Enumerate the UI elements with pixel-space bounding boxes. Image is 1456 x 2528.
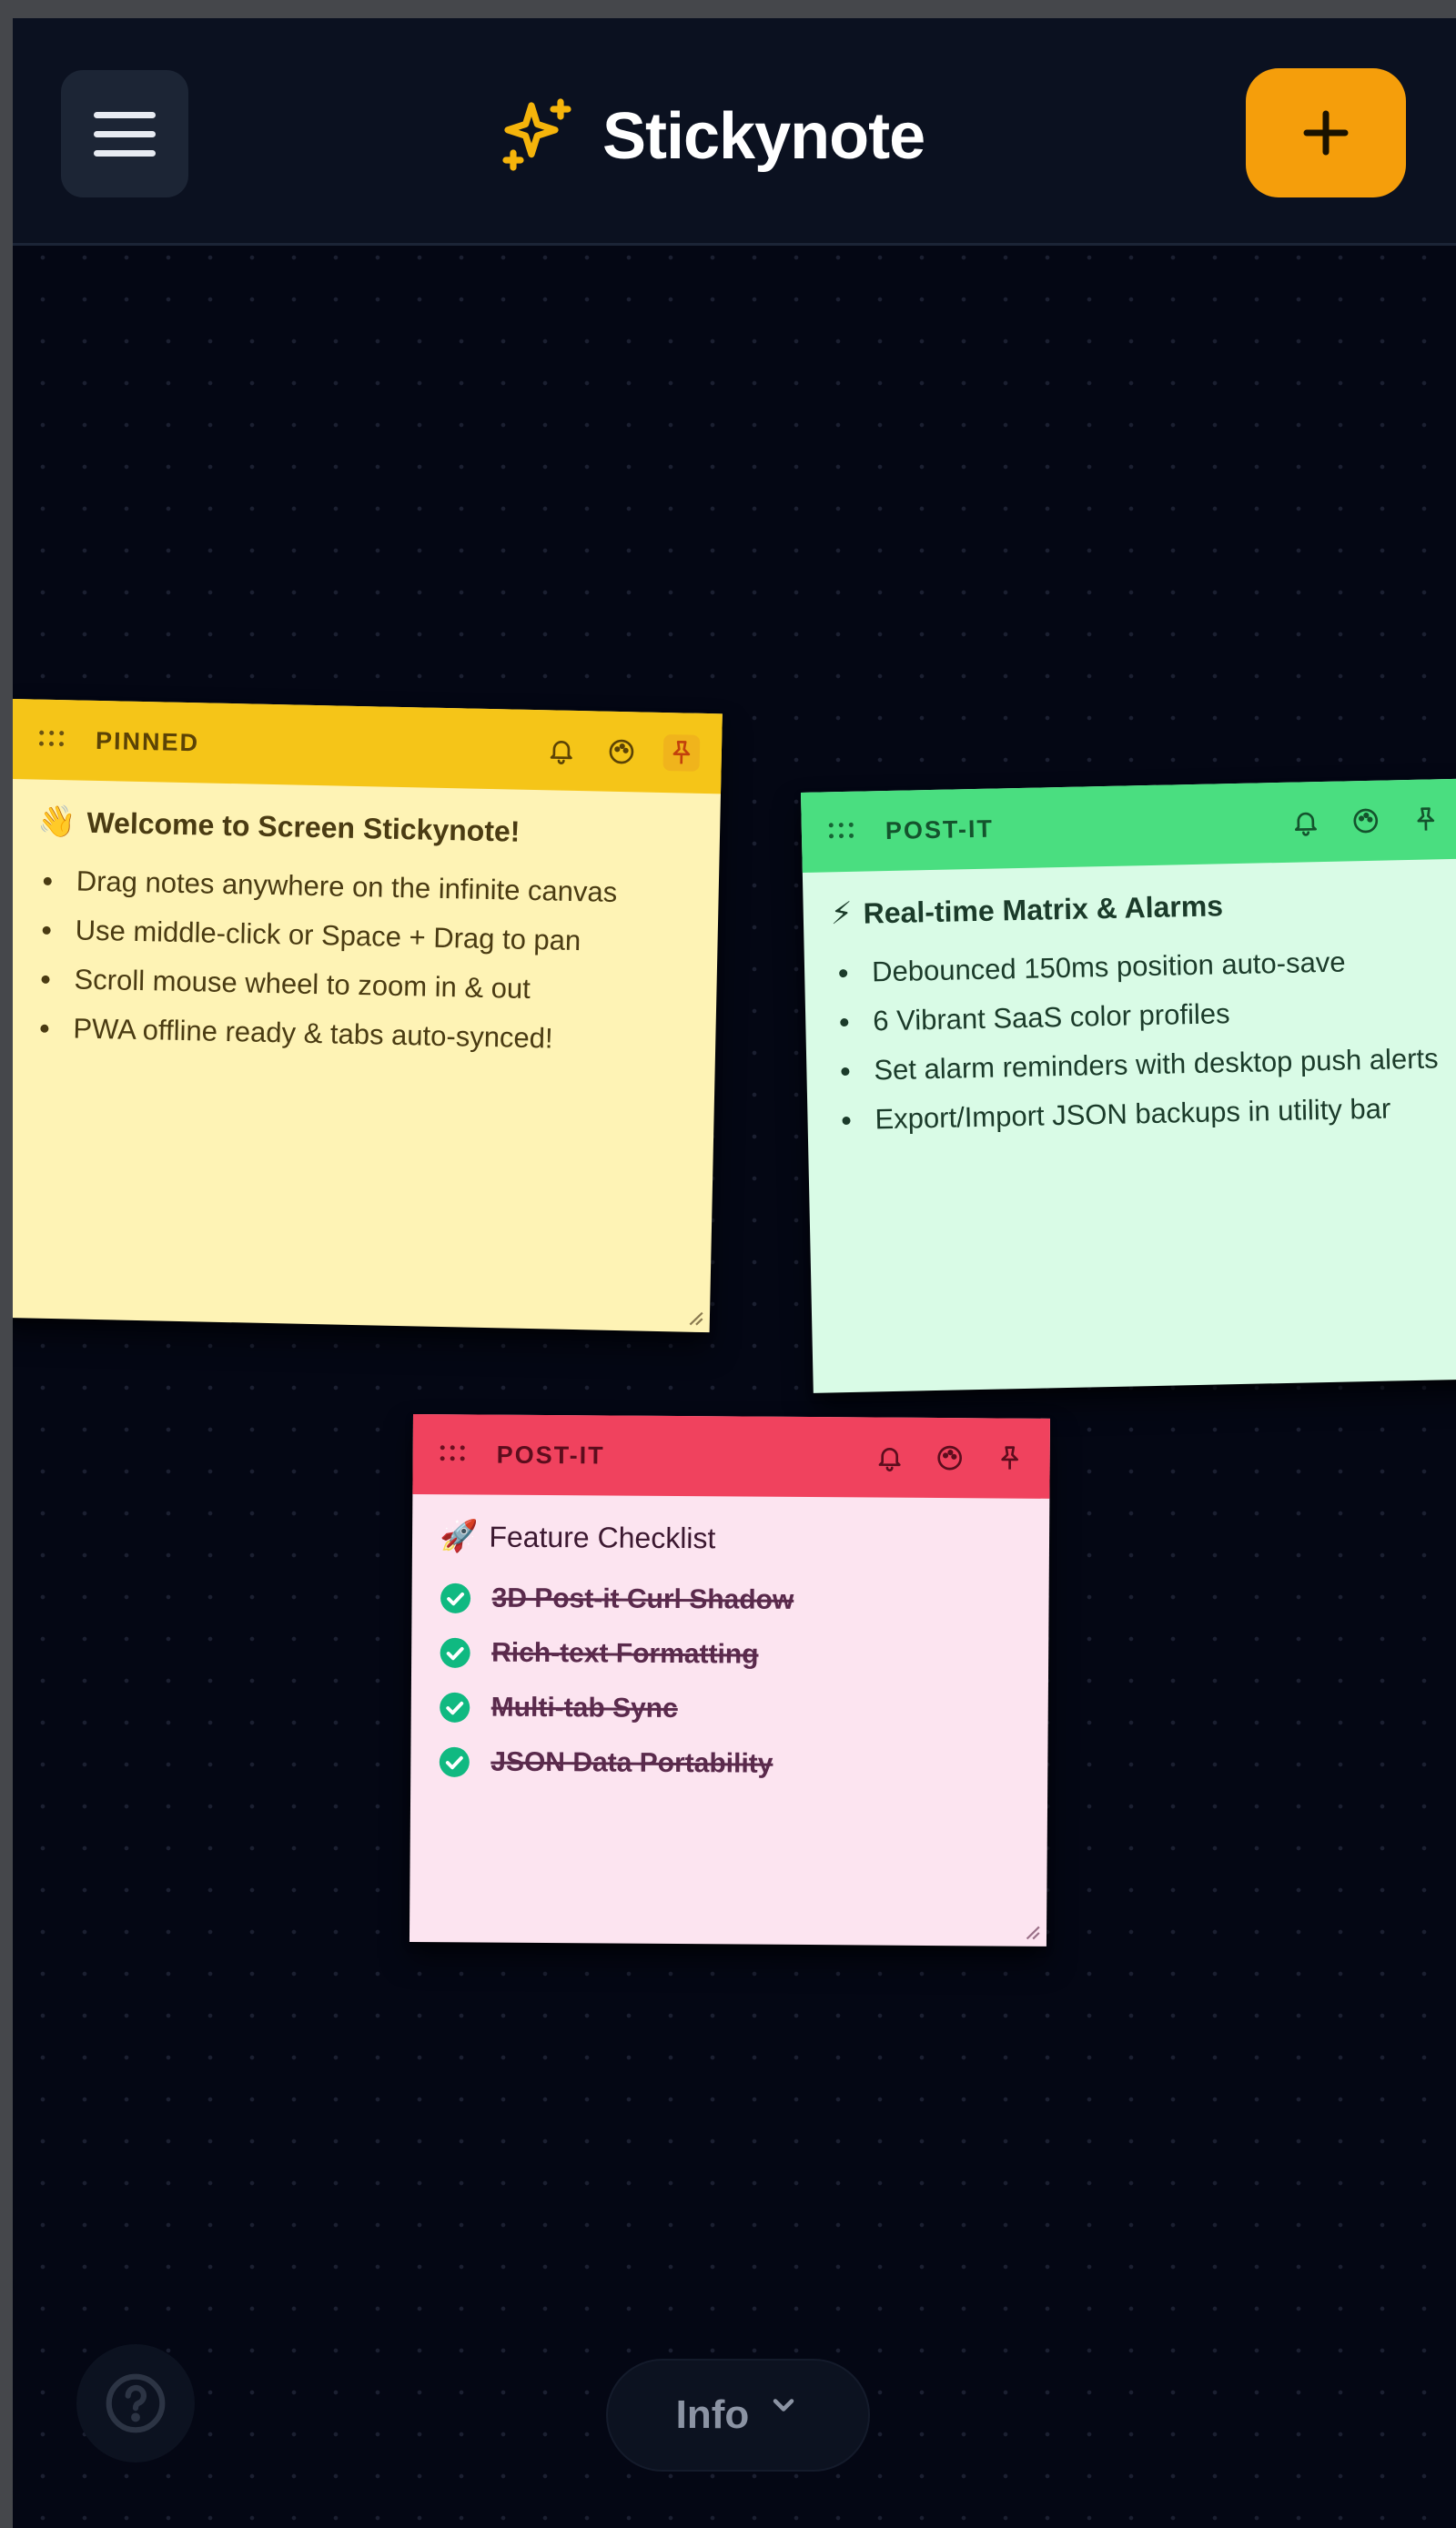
sticky-note-alarms[interactable]: POST-IT ⚡ Real-time Matrix & Alarms Debo… [801, 778, 1456, 1393]
brand: Stickynote [495, 86, 925, 187]
checklist-item[interactable]: JSON Data Portability [438, 1734, 1020, 1793]
app-title: Stickynote [602, 100, 925, 173]
checklist: 3D Post-it Curl Shadow Rich-text Formatt… [438, 1571, 1022, 1793]
note-header[interactable]: PINNED [13, 699, 723, 794]
check-circle-icon[interactable] [438, 1745, 470, 1778]
palette-icon[interactable] [603, 733, 641, 771]
note-label: POST-IT [496, 1441, 605, 1469]
plus-icon [1303, 110, 1349, 156]
hamburger-menu-icon [94, 111, 156, 118]
bell-icon[interactable] [872, 1440, 908, 1476]
help-button[interactable] [76, 2344, 195, 2462]
help-circle-icon [106, 2373, 166, 2433]
note-header[interactable]: POST-IT [412, 1414, 1050, 1499]
wave-icon: 👋 [36, 804, 76, 840]
drag-handle-icon[interactable] [440, 1445, 468, 1463]
palette-icon[interactable] [932, 1440, 968, 1476]
note-title: ⚡ Real-time Matrix & Alarms [830, 888, 1224, 932]
pin-icon[interactable] [662, 733, 701, 772]
sparkles-icon [502, 98, 571, 171]
note-body[interactable]: 🚀 Feature Checklist 3D Post-it Curl Shad… [410, 1494, 1049, 1812]
check-circle-icon[interactable] [439, 1691, 471, 1724]
palette-icon[interactable] [1347, 803, 1384, 840]
note-header[interactable]: POST-IT [801, 778, 1456, 873]
bell-icon[interactable] [543, 732, 581, 769]
bullet-list: Debounced 150ms position auto-save 6 Vib… [832, 935, 1445, 1145]
check-circle-icon[interactable] [439, 1582, 471, 1614]
chevron-down-icon [774, 2399, 794, 2412]
drag-handle-icon[interactable] [38, 730, 66, 750]
resize-handle-icon[interactable] [684, 1307, 704, 1327]
check-circle-icon[interactable] [439, 1636, 471, 1669]
note-title: 👋 Welcome to Screen Stickynote! [36, 804, 521, 848]
note-title: 🚀 Feature Checklist [439, 1519, 716, 1554]
menu-button[interactable] [61, 70, 188, 197]
sticky-note-pinned[interactable]: PINNED 👋 Welcome to Screen Stickynote! D… [13, 699, 723, 1333]
app-header: Stickynote [13, 18, 1456, 246]
bell-icon[interactable] [1287, 804, 1324, 841]
add-note-button[interactable] [1246, 68, 1406, 197]
drag-handle-icon[interactable] [828, 822, 856, 842]
sticky-note-checklist[interactable]: POST-IT 🚀 Feature Checklist 3D Post-it C… [409, 1414, 1050, 1947]
resize-handle-icon[interactable] [1021, 1921, 1041, 1941]
pin-icon[interactable] [1407, 801, 1444, 838]
checklist-item[interactable]: Multi-tab Sync [439, 1680, 1021, 1738]
note-label: POST-IT [885, 814, 995, 844]
info-label: Info [675, 2392, 750, 2437]
rocket-icon: 🚀 [439, 1519, 479, 1554]
note-label: PINNED [95, 726, 200, 756]
checklist-item[interactable]: 3D Post-it Curl Shadow [439, 1571, 1021, 1629]
lightning-icon: ⚡ [830, 895, 854, 932]
note-body[interactable]: 👋 Welcome to Screen Stickynote! Drag not… [13, 779, 721, 1085]
info-toggle-button[interactable]: Info [606, 2359, 870, 2472]
checklist-item[interactable]: Rich-text Formatting [439, 1625, 1021, 1684]
pin-icon[interactable] [992, 1440, 1028, 1476]
note-body[interactable]: ⚡ Real-time Matrix & Alarms Debounced 15… [803, 859, 1456, 1164]
bullet-list: Drag notes anywhere on the infinite canv… [33, 856, 692, 1067]
canvas-app[interactable]: Stickynote PINNED 👋 Welcome to Screen St… [13, 18, 1456, 2528]
